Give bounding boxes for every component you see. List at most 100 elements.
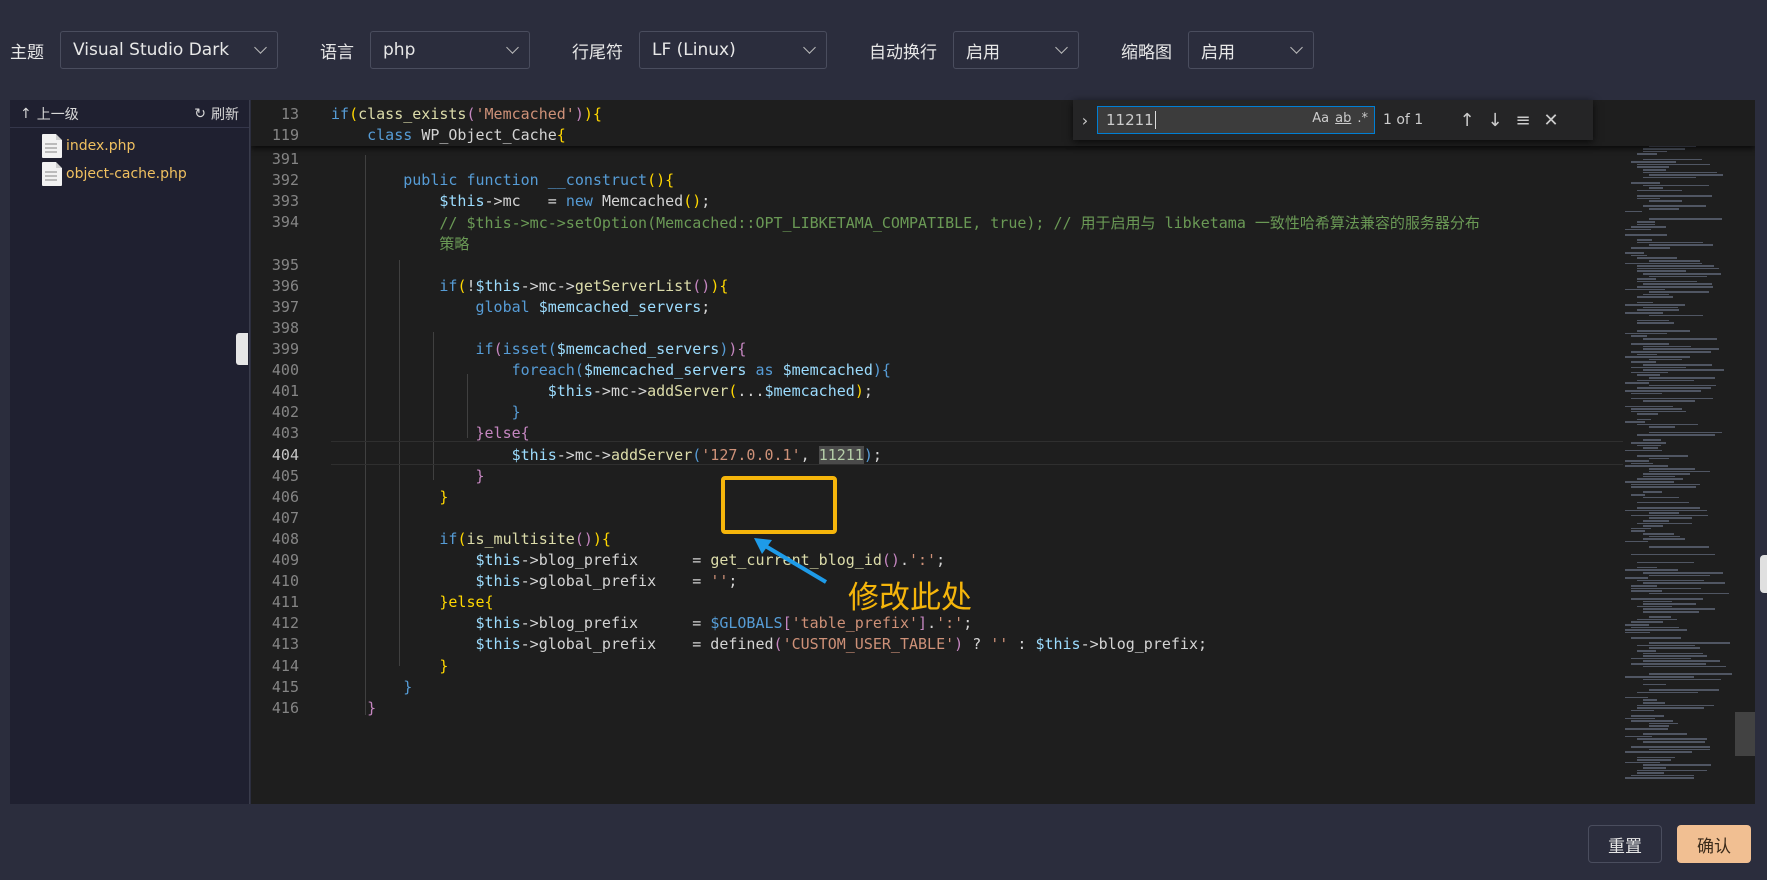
line-number: 406 [271, 487, 299, 506]
toggle-replace-button[interactable]: › [1073, 100, 1097, 140]
minimap-line [1649, 616, 1672, 618]
minimap-line [1643, 348, 1720, 350]
minimap-line [1637, 330, 1690, 332]
minimap-line [1637, 286, 1713, 288]
minimap-line [1625, 405, 1673, 408]
language-select[interactable]: php [370, 31, 530, 69]
minimap-line [1637, 772, 1664, 774]
minimap-line [1637, 644, 1696, 647]
minimap-line [1631, 408, 1682, 410]
match-count: 1 of 1 [1383, 112, 1424, 128]
close-find-button[interactable]: ✕ [1537, 106, 1565, 134]
line-number: 413 [271, 635, 299, 654]
eol-select[interactable]: LF (Linux) [639, 31, 827, 69]
minimap-line [1649, 174, 1724, 176]
code-line[interactable]: 416 } [251, 696, 376, 720]
minimap-line [1637, 197, 1660, 200]
minimap-line [1649, 722, 1679, 725]
minimap-line [1649, 200, 1682, 202]
file-icon [42, 134, 62, 158]
minimap-line [1631, 746, 1711, 748]
code-text: } [511, 403, 521, 422]
side-panel-handle[interactable] [1760, 555, 1767, 593]
minimap-line [1643, 538, 1685, 540]
line-number: 119 [271, 126, 299, 145]
code-text: if(class_exists('Memcached')){ [331, 105, 602, 123]
confirm-button[interactable]: 确认 [1677, 825, 1751, 863]
next-match-button[interactable]: ↓ [1481, 106, 1509, 134]
minimap-line [1625, 390, 1702, 392]
minimap-line [1649, 377, 1716, 379]
minimap-line [1637, 561, 1694, 564]
sticky-code-line[interactable]: 119 class WP_Object_Cache{ [251, 123, 566, 147]
minimap-line [1649, 187, 1664, 189]
eol-label: 行尾符 [572, 42, 623, 63]
whole-word-button[interactable]: ab [1335, 111, 1351, 126]
file-item[interactable]: index.php [10, 132, 249, 160]
minimap-line [1631, 637, 1681, 639]
minimap-line [1625, 356, 1690, 358]
line-number: 414 [271, 656, 299, 675]
minimap-line [1631, 343, 1670, 345]
minimap-select[interactable]: 启用 [1188, 31, 1314, 69]
minimap-line [1637, 507, 1701, 509]
minimap-line [1643, 171, 1718, 174]
arrow-up-icon: ↑ [1459, 109, 1475, 131]
minimap-line [1631, 527, 1652, 530]
minimap-line [1643, 533, 1675, 535]
code-text: } [439, 487, 449, 506]
minimap-line [1637, 501, 1690, 504]
minimap-line [1637, 195, 1713, 197]
file-item[interactable]: object-cache.php [10, 160, 249, 188]
code-text: if(is_multisite()){ [439, 529, 611, 548]
minimap-line [1649, 358, 1683, 361]
code-text: } [475, 466, 485, 485]
minimap-line [1637, 650, 1656, 652]
minimap-line [1631, 161, 1676, 163]
find-input[interactable]: 11211 Aa ab .* [1097, 106, 1375, 134]
code-editor[interactable]: 13 if(class_exists('Memcached')){119 clas… [251, 100, 1755, 804]
find-in-selection-button[interactable]: ≡ [1509, 106, 1537, 134]
code-text: // $this->mc->setOption(Memcached::OPT_L… [439, 213, 1480, 232]
code-text: if(isset($memcached_servers)){ [475, 340, 747, 358]
minimap-line [1637, 618, 1678, 621]
minimap-line [1637, 301, 1654, 304]
previous-match-button[interactable]: ↑ [1453, 106, 1481, 134]
minimap-line [1637, 423, 1698, 426]
minimap-line [1637, 280, 1697, 283]
line-number: 411 [271, 593, 299, 612]
minimap-line [1643, 150, 1667, 153]
minimap-line [1649, 275, 1708, 278]
theme-select[interactable]: Visual Studio Dark [60, 31, 278, 69]
minimap-slider[interactable] [1735, 712, 1755, 756]
minimap-line [1631, 720, 1674, 722]
minimap-line [1637, 387, 1712, 389]
minimap-line [1649, 431, 1723, 434]
minimap-line [1649, 546, 1709, 548]
code-text: $this->mc = new Memcached(); [439, 192, 711, 211]
refresh-button[interactable]: ↻ 刷新 [194, 104, 239, 124]
minimap-line [1625, 777, 1694, 779]
minimap-line [1643, 600, 1672, 603]
line-number: 412 [271, 614, 299, 633]
minimap-line [1649, 748, 1711, 751]
go-up-button[interactable]: ↑ 上一级 [20, 104, 79, 124]
minimap-line [1637, 413, 1658, 415]
minimap-line [1649, 647, 1701, 649]
minimap-line [1625, 676, 1694, 678]
reset-button[interactable]: 重置 [1588, 825, 1662, 863]
word-wrap-select[interactable]: 启用 [953, 31, 1079, 69]
minimap-line [1625, 717, 1655, 720]
minimap-line [1631, 514, 1709, 517]
match-case-button[interactable]: Aa [1312, 111, 1329, 126]
regex-button[interactable]: .* [1357, 111, 1368, 126]
minimap-line [1637, 579, 1705, 582]
minimap-line [1637, 353, 1658, 356]
minimap-line [1631, 494, 1645, 496]
minimap-line [1637, 221, 1655, 223]
minimap[interactable] [1623, 100, 1755, 804]
minimap-line [1643, 652, 1703, 655]
minimap-line [1631, 462, 1653, 465]
line-number: 396 [271, 276, 299, 295]
sidebar-collapse-handle[interactable] [236, 333, 248, 365]
